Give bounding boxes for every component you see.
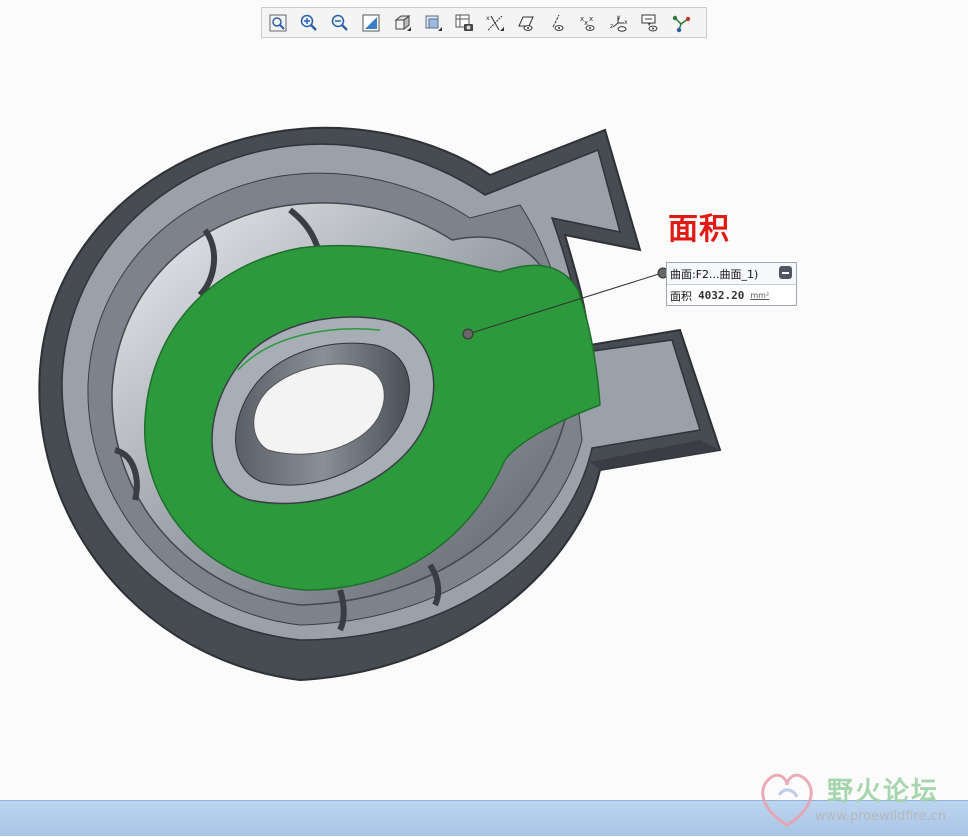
plane-display-icon — [517, 16, 534, 31]
annotation-title: 面积 — [668, 212, 730, 247]
saved-views-icon — [455, 14, 473, 31]
zoom-in-button[interactable] — [295, 10, 322, 35]
zoom-in-icon — [300, 14, 317, 31]
measure-callout[interactable]: 曲面:F2...曲面_1) 面积 4032.20 mm² — [666, 262, 797, 306]
axis-display-button[interactable] — [543, 10, 570, 35]
point-display-button[interactable]: xxx — [574, 10, 601, 35]
csys-display-icon: yzx — [610, 14, 628, 32]
refit-icon — [269, 14, 286, 31]
svg-text:z: z — [610, 23, 613, 30]
datum-display-icon: x — [486, 15, 504, 31]
model-viewport[interactable] — [0, 40, 968, 800]
callout-label: 面积 — [670, 289, 692, 303]
minus-icon — [782, 271, 789, 274]
spin-center-icon — [672, 15, 690, 32]
svg-text:x: x — [624, 19, 628, 26]
zoom-out-icon — [331, 14, 348, 31]
watermark-url: www.proewildfire.cn — [815, 809, 946, 824]
plane-display-button[interactable] — [512, 10, 539, 35]
repaint-button[interactable] — [357, 10, 384, 35]
watermark-logo-icon — [761, 773, 813, 827]
callout-reference: 曲面:F2...曲面_1) — [670, 267, 759, 281]
display-style-button[interactable] — [419, 10, 446, 35]
spin-center-button[interactable] — [667, 10, 694, 35]
datum-display-button[interactable]: x — [481, 10, 508, 35]
watermark: 野火论坛 www.proewildfire.cn — [757, 765, 967, 833]
saved-views-button[interactable] — [450, 10, 477, 35]
pick-point — [462, 328, 474, 340]
view-orientation-button[interactable] — [388, 10, 415, 35]
area-value: 4032.20 — [698, 289, 745, 302]
point-display-icon: x xx — [580, 15, 594, 31]
svg-text:x: x — [589, 15, 593, 23]
zoom-out-button[interactable] — [326, 10, 353, 35]
watermark-name: 野火论坛 — [827, 777, 940, 807]
annotation-display-icon — [641, 14, 657, 31]
svg-text:x: x — [486, 15, 490, 22]
graphics-toolbar: x xxx yzx — [261, 7, 707, 38]
refit-button[interactable] — [264, 10, 291, 35]
view-orientation-icon — [394, 14, 411, 31]
collapse-button[interactable] — [779, 266, 792, 279]
display-style-icon — [425, 15, 442, 31]
axis-display-icon — [552, 14, 563, 31]
repaint-icon — [362, 14, 379, 31]
annotation-display-button[interactable] — [636, 10, 663, 35]
csys-display-button[interactable]: yzx — [605, 10, 632, 35]
part-model[interactable] — [38, 126, 722, 682]
area-unit[interactable]: mm² — [750, 291, 769, 300]
